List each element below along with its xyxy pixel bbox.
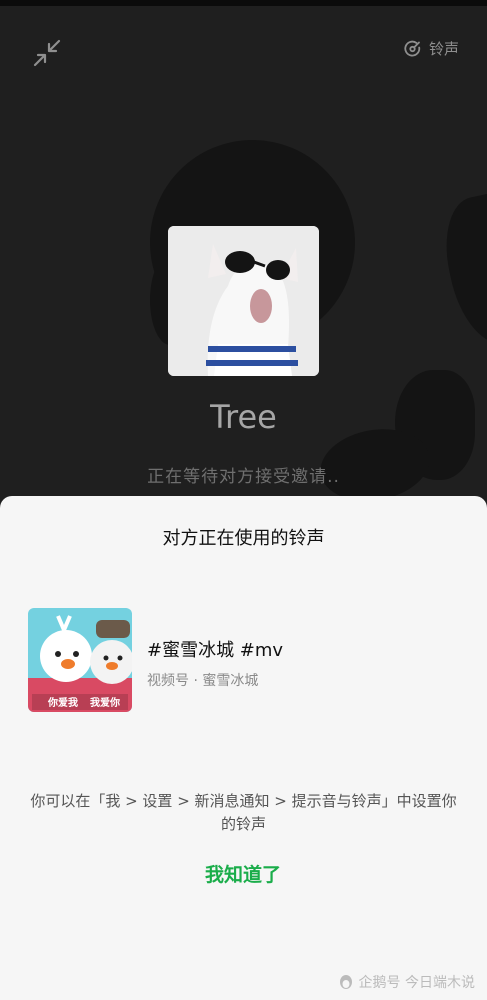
ringtone-song-card[interactable]: 你爱我 我爱你 #蜜雪冰城 #mv 视频号 · 蜜雪冰城 (28, 608, 448, 714)
caller-name: Tree (210, 398, 277, 436)
call-status: 正在等待对方接受邀请.. (147, 467, 340, 487)
watermark: 企鹅号 今日端木说 (338, 972, 475, 992)
thumb-caption-right: 我爱你 (90, 696, 120, 709)
background-shape (435, 188, 487, 352)
song-source: 视频号 · 蜜雪冰城 (147, 673, 259, 689)
sheet-title: 对方正在使用的铃声 (162, 528, 325, 549)
watermark-text: 企鹅号 今日端木说 (358, 975, 475, 991)
hint-text: 你可以在「我 > 设置 > 新消息通知 > 提示音与铃声」中设置你的铃声 (30, 792, 457, 833)
ringtone-sheet (0, 496, 487, 1000)
avatar (168, 226, 319, 376)
penguin-icon (339, 975, 352, 989)
ringtone-label: 铃声 (428, 40, 459, 58)
minimize-button[interactable] (32, 38, 62, 68)
ringtone-button[interactable]: 铃声 (404, 38, 459, 59)
minimize-arrows-icon (33, 39, 61, 67)
song-title: #蜜雪冰城 #mv (147, 640, 284, 661)
song-thumbnail: 你爱我 我爱你 (28, 608, 132, 712)
status-bar (0, 0, 487, 6)
confirm-button[interactable]: 我知道了 (163, 858, 323, 892)
ringtone-icon (404, 40, 421, 57)
thumb-caption-left: 你爱我 (47, 696, 78, 709)
